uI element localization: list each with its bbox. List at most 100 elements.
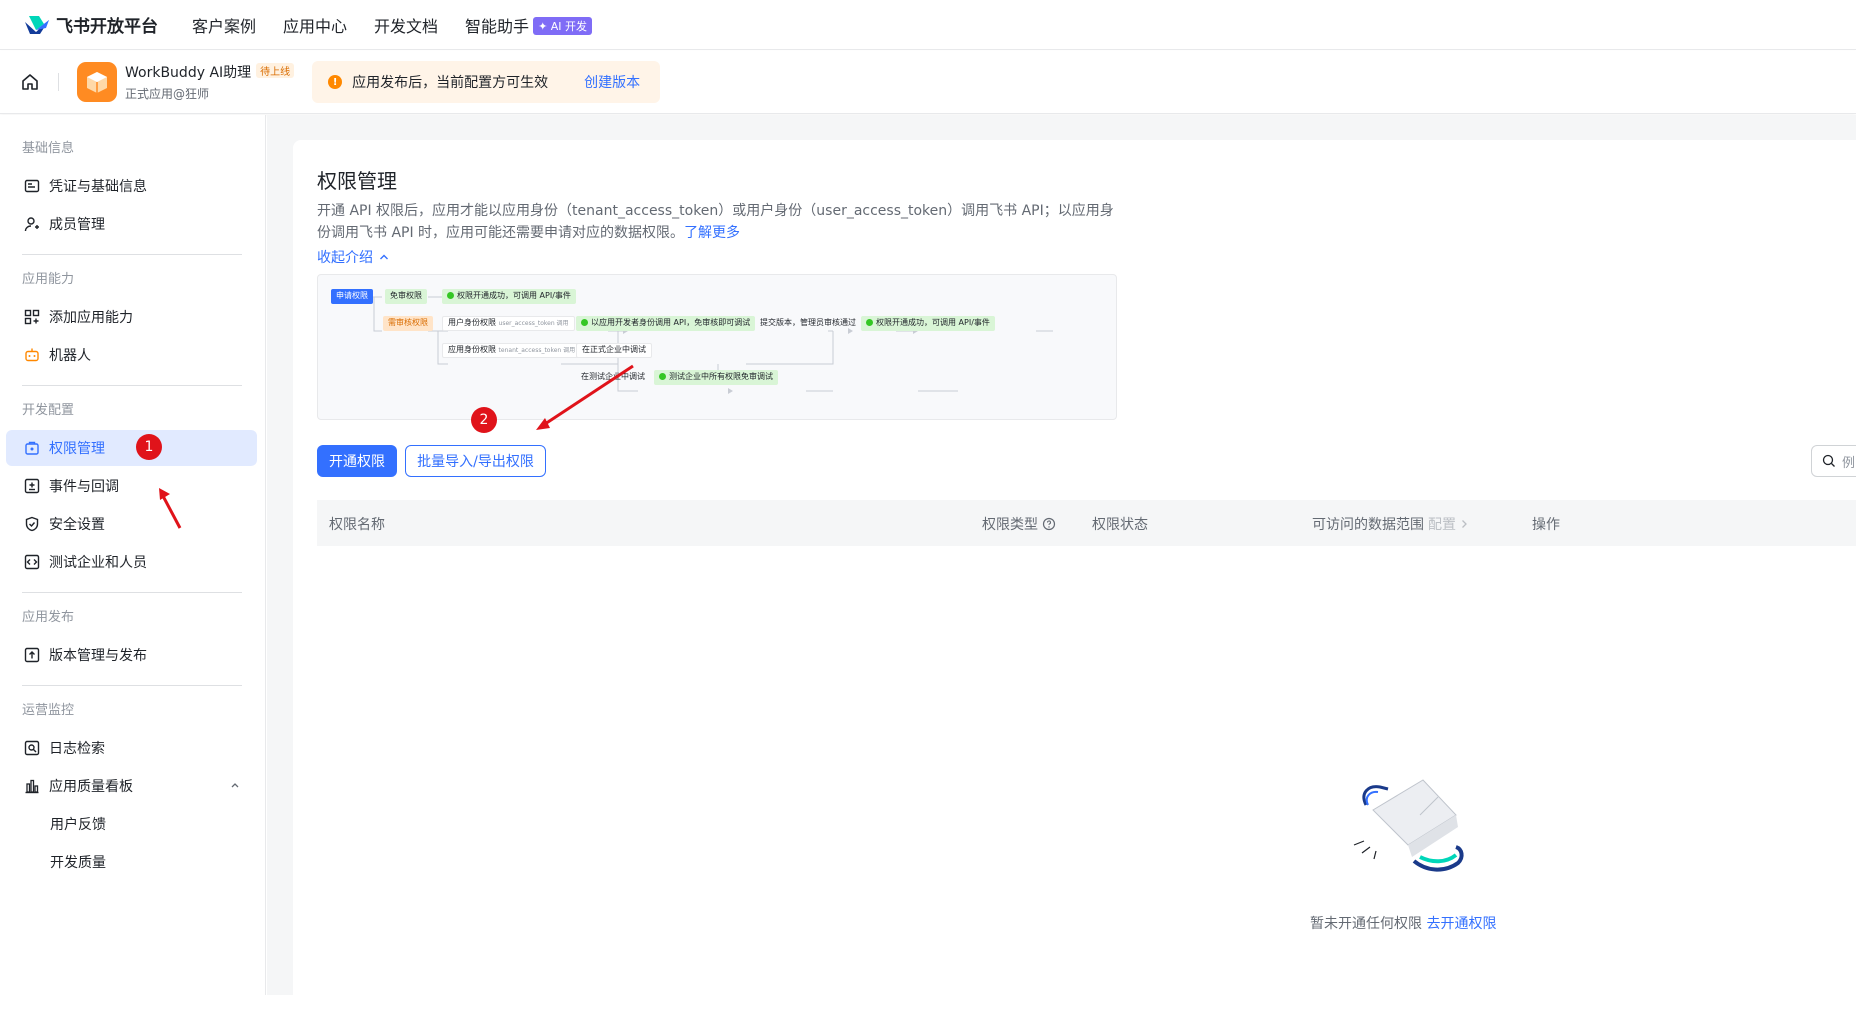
event-callback-icon <box>23 477 41 495</box>
chevron-up-icon[interactable] <box>229 779 241 791</box>
flow-node-test-debug: 在测试企业中调试 <box>581 372 645 381</box>
app-status-tag: 待上线 <box>256 63 295 78</box>
batch-import-export-button[interactable]: 批量导入/导出权限 <box>405 445 546 477</box>
flow-node-final-result: 权限开通成功，可调用 API/事件 <box>861 316 995 331</box>
annotation-marker-2: 2 <box>471 407 497 433</box>
warning-icon: ! <box>328 75 343 89</box>
sidebar-item-label: 版本管理与发布 <box>49 648 147 664</box>
sidebar-item-add-capability[interactable]: 添加应用能力 <box>6 299 257 335</box>
col-header-scope: 可访问的数据范围 配置 <box>1312 514 1470 534</box>
sidebar-item-label: 事件与回调 <box>49 479 119 495</box>
flow-node-user-token: user_access_token 调用 <box>498 320 569 327</box>
flow-node-review: 需审核权限 <box>383 316 433 331</box>
flow-node-free-result: 权限开通成功，可调用 API/事件 <box>442 289 576 304</box>
sidebar-divider <box>22 685 242 686</box>
collapse-intro-toggle[interactable]: 收起介绍 <box>317 247 391 267</box>
col-header-ops: 操作 <box>1532 517 1560 533</box>
col-header-status: 权限状态 <box>1092 517 1148 533</box>
col-header-scope-label: 可访问的数据范围 <box>1312 517 1424 533</box>
flow-node-free: 免审权限 <box>385 289 427 304</box>
top-nav: 飞书开放平台 客户案例 应用中心 开发文档 智能助手 ✦ AI 开发 <box>0 0 1856 50</box>
flow-node-free-result-text: 权限开通成功，可调用 API/事件 <box>457 291 571 300</box>
brand-logo[interactable]: 飞书开放平台 <box>24 12 158 37</box>
sidebar-item-dev-quality[interactable]: 开发质量 <box>6 844 257 880</box>
group-title-release: 应用发布 <box>22 610 75 625</box>
notice-text: 应用发布后，当前配置方可生效 <box>352 75 549 91</box>
scope-config-link[interactable]: 配置 <box>1428 514 1456 534</box>
sidebar-item-label: 开发质量 <box>50 855 106 871</box>
publish-notice: ! 应用发布后，当前配置方可生效 创建版本 <box>312 61 661 103</box>
go-open-permission-link[interactable]: 去开通权限 <box>1426 916 1496 932</box>
app-logo <box>77 62 117 102</box>
sidebar-item-label: 安全设置 <box>49 517 105 533</box>
sidebar-item-label: 日志检索 <box>49 741 105 757</box>
permission-lock-icon <box>23 439 41 457</box>
sidebar-item-test-tenants[interactable]: 测试企业和人员 <box>6 544 257 580</box>
ai-dev-badge: ✦ AI 开发 <box>533 16 593 35</box>
flow-node-tenant-token: tenant_access_token 调用 <box>498 347 576 354</box>
sidebar-item-permissions[interactable]: 权限管理 <box>6 430 257 466</box>
flow-node-app-perm-text: 应用身份权限 <box>448 345 496 354</box>
sidebar-item-label: 机器人 <box>49 348 91 364</box>
page-title: 权限管理 <box>317 169 397 193</box>
open-permission-button[interactable]: 开通权限 <box>317 445 397 477</box>
sidebar-item-versions[interactable]: 版本管理与发布 <box>6 637 257 673</box>
sidebar-item-security[interactable]: 安全设置 <box>6 506 257 542</box>
flow-node-final-result-text: 权限开通成功，可调用 API/事件 <box>876 318 990 327</box>
permission-search-input[interactable]: 例 <box>1811 445 1856 477</box>
sidebar: 基础信息 凭证与基础信息 成员管理 应用能力 添加应用能力 机器人 开发配置 权… <box>0 115 266 995</box>
bar-chart-icon <box>23 777 41 795</box>
sidebar-item-label: 凭证与基础信息 <box>49 179 147 195</box>
sidebar-item-credentials[interactable]: 凭证与基础信息 <box>6 168 257 204</box>
sidebar-item-label: 用户反馈 <box>50 817 106 833</box>
flow-node-dev-call-text: 以应用开发者身份调用 API，免审核即可调试 <box>591 318 751 327</box>
flow-node-app-perm: 应用身份权限 tenant_access_token 调用 <box>442 343 582 358</box>
flow-node-user-perm-text: 用户身份权限 <box>448 318 496 327</box>
nav-link-cases[interactable]: 客户案例 <box>192 13 256 37</box>
app-subtitle: 正式应用@狂师 <box>125 87 210 101</box>
help-circle-icon[interactable] <box>1042 517 1056 531</box>
create-version-link[interactable]: 创建版本 <box>584 72 640 92</box>
flow-node-apply: 申请权限 <box>331 289 373 304</box>
sidebar-item-members[interactable]: 成员管理 <box>6 206 257 242</box>
id-card-icon <box>23 177 41 195</box>
feishu-logo-icon <box>25 15 49 34</box>
flow-node-test-result: 测试企业中所有权限免审调试 <box>654 370 778 385</box>
permission-flow-diagram: 申请权限 免审权限 权限开通成功，可调用 API/事件 需审核权限 用户身份权限… <box>317 274 1117 420</box>
nav-link-assistant-label: 智能助手 <box>465 16 530 36</box>
brand-name: 飞书开放平台 <box>56 17 158 37</box>
sidebar-item-events[interactable]: 事件与回调 <box>6 468 257 504</box>
code-icon <box>23 553 41 571</box>
sidebar-item-label: 成员管理 <box>49 217 105 233</box>
permission-table-header: 权限名称 权限类型 权限状态 可访问的数据范围 配置 操作 <box>317 500 1856 546</box>
content-card <box>293 140 1856 1020</box>
nav-link-assistant[interactable]: 智能助手 ✦ AI 开发 <box>465 13 593 37</box>
nav-link-docs[interactable]: 开发文档 <box>374 13 438 37</box>
sidebar-item-label: 测试企业和人员 <box>49 555 147 571</box>
group-title-dev-config: 开发配置 <box>22 403 75 418</box>
group-title-ops: 运营监控 <box>22 703 75 718</box>
flow-node-dev-call: 以应用开发者身份调用 API，免审核即可调试 <box>576 316 756 331</box>
learn-more-link[interactable]: 了解更多 <box>684 225 740 241</box>
col-header-type-label: 权限类型 <box>982 517 1038 533</box>
sidebar-item-label: 权限管理 <box>49 441 105 457</box>
sidebar-divider <box>22 254 242 255</box>
group-title-basic: 基础信息 <box>22 141 75 156</box>
col-header-type: 权限类型 <box>982 514 1056 534</box>
annotation-marker-1: 1 <box>136 434 162 460</box>
sidebar-item-feedback[interactable]: 用户反馈 <box>6 806 257 842</box>
sidebar-item-logs[interactable]: 日志检索 <box>6 730 257 766</box>
app-header: WorkBuddy AI助理 待上线 正式应用@狂师 ! 应用发布后，当前配置方可… <box>0 51 1856 114</box>
empty-state-text: 暂未开通任何权限 去开通权限 <box>1310 913 1496 933</box>
search-placeholder: 例 <box>1842 455 1856 471</box>
group-title-capability: 应用能力 <box>22 272 75 287</box>
apps-grid-icon <box>23 308 41 326</box>
home-icon[interactable] <box>20 72 40 92</box>
flow-node-test-result-text: 测试企业中所有权限免审调试 <box>669 372 773 381</box>
nav-link-app-center[interactable]: 应用中心 <box>283 13 347 37</box>
sidebar-item-quality-board[interactable]: 应用质量看板 <box>6 768 257 804</box>
log-search-icon <box>23 739 41 757</box>
app-name: WorkBuddy AI助理 <box>125 65 252 81</box>
success-dot-icon <box>659 373 666 380</box>
sidebar-item-bot[interactable]: 机器人 <box>6 337 257 373</box>
